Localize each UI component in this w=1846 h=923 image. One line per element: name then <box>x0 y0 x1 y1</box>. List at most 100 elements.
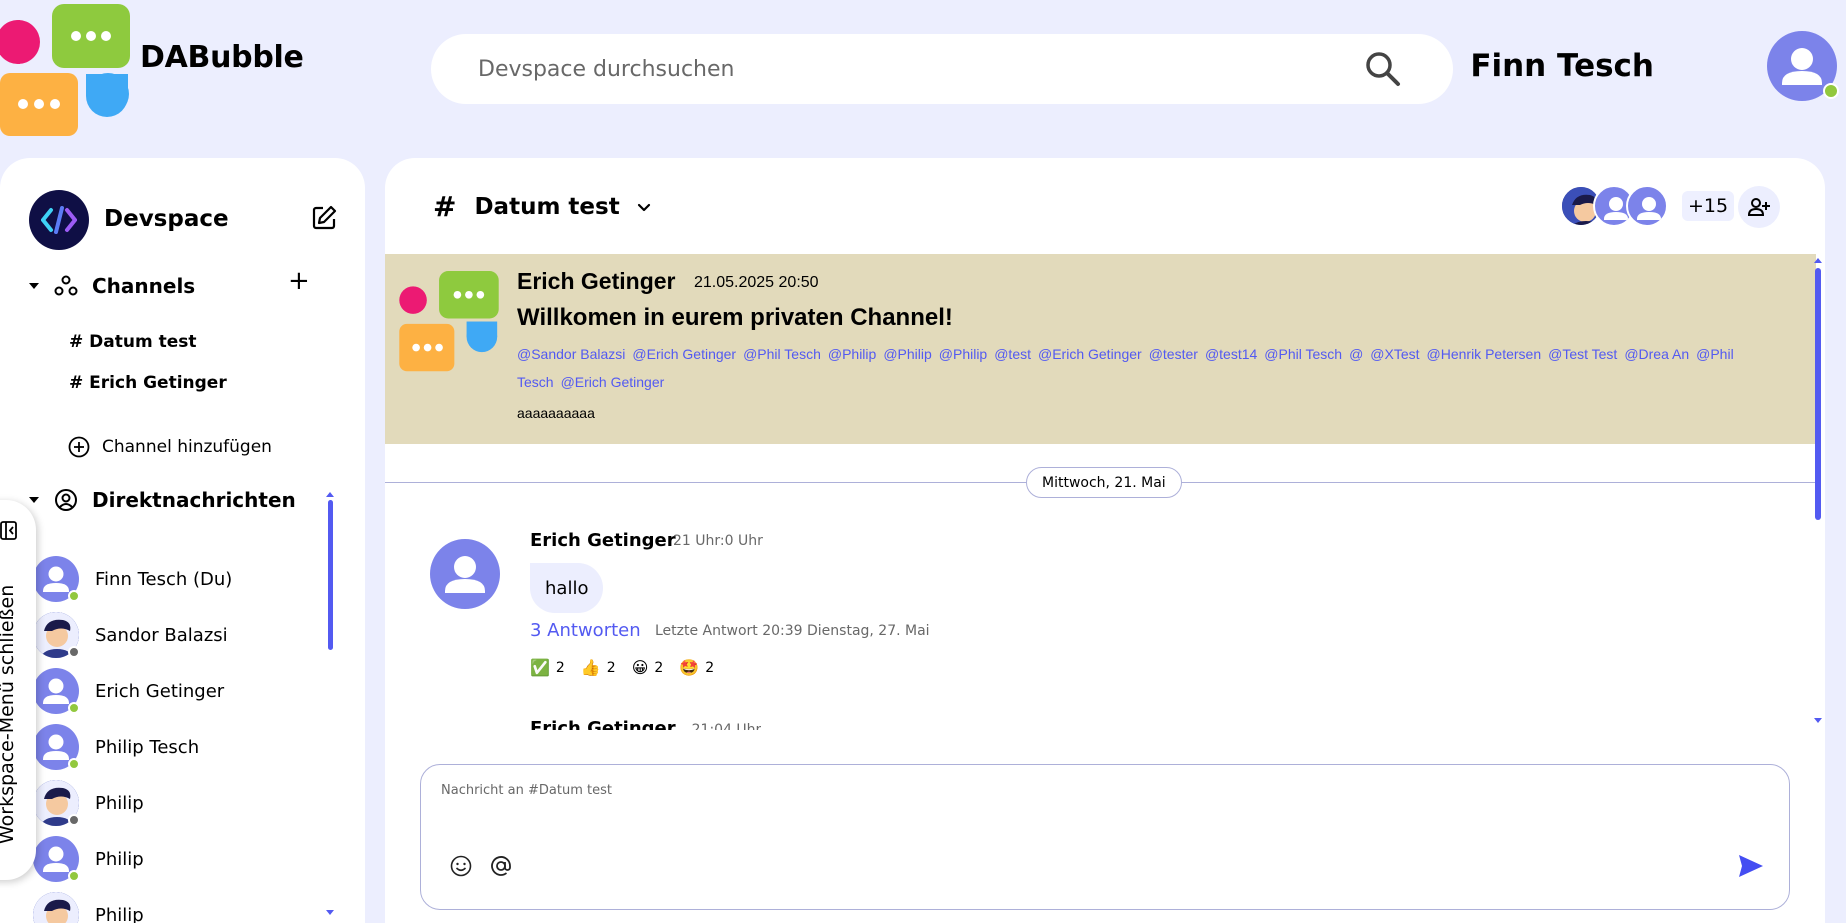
reaction-count: 2 <box>654 659 664 676</box>
date-divider: Mittwoch, 21. Mai <box>1026 467 1182 498</box>
add-member-button[interactable] <box>1738 186 1780 228</box>
message-input[interactable] <box>441 783 1641 823</box>
sidebar-channel-datum-test[interactable]: # Datum test <box>69 332 197 352</box>
reaction-count: 2 <box>606 659 616 676</box>
reaction-emoji-icon: 😀 <box>631 658 649 677</box>
reaction-emoji-icon: ✅ <box>530 658 550 677</box>
add-circle-icon <box>68 436 90 458</box>
welcome-author[interactable]: Erich Getinger <box>517 268 675 295</box>
dm-avatar <box>33 556 80 602</box>
scroll-up-arrow-icon[interactable] <box>326 492 334 497</box>
add-channel-button[interactable]: Channel hinzufügen <box>68 436 272 458</box>
dm-name: Erich Getinger <box>95 680 225 702</box>
reaction-chip[interactable]: 🤩 2 <box>679 658 714 677</box>
mention-tag[interactable]: @Test Test <box>1548 346 1617 362</box>
current-user-name[interactable]: Finn Tesch <box>1470 48 1654 84</box>
mention-tag[interactable]: @test <box>994 346 1031 362</box>
workspace-menu-toggle-label[interactable]: Workspace-Menü schließen <box>0 585 18 844</box>
chevron-down-icon <box>637 203 650 211</box>
online-status-dot <box>68 702 80 714</box>
direct-messages-label: Direktnachrichten <box>92 488 296 512</box>
online-status-dot <box>68 590 80 602</box>
search-icon[interactable] <box>1363 49 1403 89</box>
sidebar-scrollbar[interactable] <box>328 500 333 650</box>
mention-tag[interactable]: @Phil Tesch <box>1264 346 1342 362</box>
scroll-down-arrow-icon[interactable] <box>326 910 334 915</box>
online-status-dot <box>68 870 80 882</box>
caret-down-icon <box>29 283 39 289</box>
emoji-icon[interactable] <box>449 854 473 878</box>
reaction-chip[interactable]: 😀 2 <box>632 658 664 677</box>
channels-label: Channels <box>92 274 196 298</box>
welcome-timestamp: 21.05.2025 20:50 <box>694 274 819 291</box>
hash-icon: # <box>433 190 457 223</box>
sidebar-dm-item[interactable]: Philip <box>33 780 144 826</box>
mention-tag[interactable]: @Philip <box>939 346 987 362</box>
mention-tag[interactable]: @Sandor Balazsi <box>517 346 625 362</box>
workspace-name: Devspace <box>104 206 229 232</box>
mention-tag[interactable]: @test14 <box>1205 346 1257 362</box>
chat-scrollbar[interactable] <box>1815 268 1821 520</box>
mention-tag[interactable]: @Drea An <box>1624 346 1689 362</box>
sidebar-dm-item[interactable]: Philip <box>33 892 144 923</box>
workspace-sidebar: Devspace Channels + # Datum test # Erich… <box>0 158 365 923</box>
mention-tag[interactable]: @Henrik Petersen <box>1427 346 1542 362</box>
channels-section-toggle[interactable]: Channels <box>29 274 195 298</box>
thread-replies-link[interactable]: 3 Antworten <box>530 620 641 641</box>
current-user-avatar[interactable] <box>1767 31 1839 101</box>
message-author[interactable]: Erich Getinger <box>530 530 676 551</box>
user-icon <box>445 556 485 593</box>
direct-messages-section-toggle[interactable]: Direktnachrichten <box>29 488 296 512</box>
sidebar-dm-item[interactable]: Erich Getinger <box>33 668 224 714</box>
channels-icon <box>54 275 78 296</box>
dm-name: Philip Tesch <box>95 736 200 758</box>
mention-tag[interactable]: @ <box>1349 346 1363 362</box>
member-avatar <box>1626 185 1668 227</box>
mention-tag[interactable]: @Phil Tesch <box>743 346 821 362</box>
mention-tag[interactable]: @tester <box>1149 346 1198 362</box>
welcome-headline: Willkomen in eurem privaten Channel! <box>517 304 953 331</box>
scroll-up-arrow-icon[interactable] <box>1814 258 1822 263</box>
dm-name: Philip <box>95 848 144 870</box>
mention-tag[interactable]: @Philip <box>883 346 931 362</box>
user-icon <box>1637 197 1661 220</box>
collapse-menu-icon[interactable] <box>0 521 17 540</box>
edit-icon[interactable] <box>311 205 337 231</box>
next-message-author: Erich Getinger <box>530 718 676 730</box>
mention-tag[interactable]: @XTest <box>1370 346 1419 362</box>
online-status-dot <box>68 758 80 770</box>
search-input[interactable] <box>478 56 1363 82</box>
add-channel-plus-icon[interactable]: + <box>288 268 310 294</box>
mention-tag[interactable]: @Erich Getinger <box>1038 346 1142 362</box>
sidebar-dm-item[interactable]: Sandor Balazsi <box>33 612 228 658</box>
dm-name: Philip <box>95 792 144 814</box>
channel-members-button[interactable]: +15 <box>1560 185 1735 227</box>
message-composer[interactable] <box>420 764 1790 910</box>
search-bar[interactable] <box>431 34 1453 104</box>
online-status-dot <box>1823 83 1839 99</box>
sidebar-dm-item[interactable]: Philip <box>33 836 144 882</box>
member-count: +15 <box>1682 191 1735 221</box>
sidebar-dm-item[interactable]: Philip Tesch <box>33 724 199 770</box>
mention-tag[interactable]: @Philip <box>828 346 876 362</box>
dm-avatar <box>33 780 80 826</box>
reaction-chip[interactable]: ✅ 2 <box>530 658 565 677</box>
sidebar-dm-item[interactable]: Finn Tesch (Du) <box>33 556 232 602</box>
message-bubble[interactable]: hallo <box>530 563 604 613</box>
mention-tag[interactable]: @Erich Getinger <box>632 346 736 362</box>
scroll-down-arrow-icon[interactable] <box>1814 718 1822 723</box>
sidebar-channel-erich-getinger[interactable]: # Erich Getinger <box>69 373 227 393</box>
dm-avatar <box>33 892 79 923</box>
mention-at-icon[interactable] <box>489 854 513 878</box>
offline-status-dot <box>68 646 80 658</box>
welcome-mentions: @Sandor Balazsi @Erich Getinger @Phil Tesc… <box>517 340 1767 396</box>
dm-avatar <box>33 724 80 770</box>
reaction-chip[interactable]: 👍 2 <box>581 658 616 677</box>
dm-avatar <box>33 612 80 658</box>
send-icon[interactable] <box>1737 853 1765 879</box>
mention-tag[interactable]: @Erich Getinger <box>561 374 665 390</box>
channel-title-button[interactable]: # Datum test <box>433 190 652 223</box>
message-author-avatar[interactable] <box>430 539 500 609</box>
message-reactions: ✅ 2 👍 2 😀 2 🤩 2 <box>530 658 730 677</box>
dabubble-logo-icon <box>0 4 130 136</box>
